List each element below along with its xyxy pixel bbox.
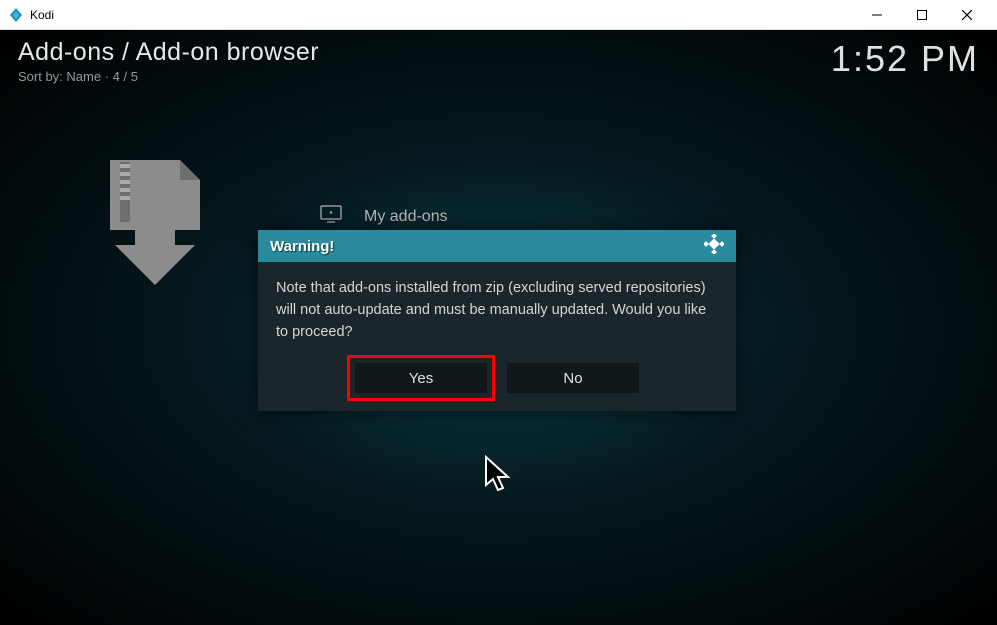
list-item-my-addons[interactable]: My add-ons bbox=[320, 205, 448, 228]
sort-info: Sort by: Name · 4 / 5 bbox=[18, 69, 319, 84]
dialog-title: Warning! bbox=[270, 238, 334, 255]
tutorial-highlight: Yes bbox=[347, 355, 495, 401]
kodi-app-icon bbox=[8, 7, 24, 23]
cursor-icon bbox=[482, 455, 514, 495]
window-titlebar: Kodi bbox=[0, 0, 997, 30]
yes-button[interactable]: Yes bbox=[355, 363, 487, 393]
breadcrumb: Add-ons / Add-on browser bbox=[18, 38, 319, 67]
maximize-button[interactable] bbox=[899, 1, 944, 29]
close-button[interactable] bbox=[944, 1, 989, 29]
window-controls bbox=[854, 1, 989, 29]
minimize-button[interactable] bbox=[854, 1, 899, 29]
warning-dialog: Warning! Note that add-ons installed fro… bbox=[258, 230, 736, 411]
kodi-logo-icon bbox=[704, 234, 724, 259]
window-title: Kodi bbox=[30, 8, 854, 22]
install-from-zip-icon bbox=[80, 150, 220, 290]
clock: 1:52 PM bbox=[831, 38, 979, 80]
dialog-message: Note that add-ons installed from zip (ex… bbox=[258, 262, 736, 353]
header-bar: Add-ons / Add-on browser Sort by: Name ·… bbox=[18, 38, 979, 84]
dialog-header: Warning! bbox=[258, 230, 736, 262]
app-viewport: Add-ons / Add-on browser Sort by: Name ·… bbox=[0, 30, 997, 625]
monitor-icon bbox=[320, 205, 342, 228]
list-item-label: My add-ons bbox=[364, 208, 448, 226]
dialog-button-row: Yes No bbox=[258, 353, 736, 411]
no-button[interactable]: No bbox=[507, 363, 639, 393]
